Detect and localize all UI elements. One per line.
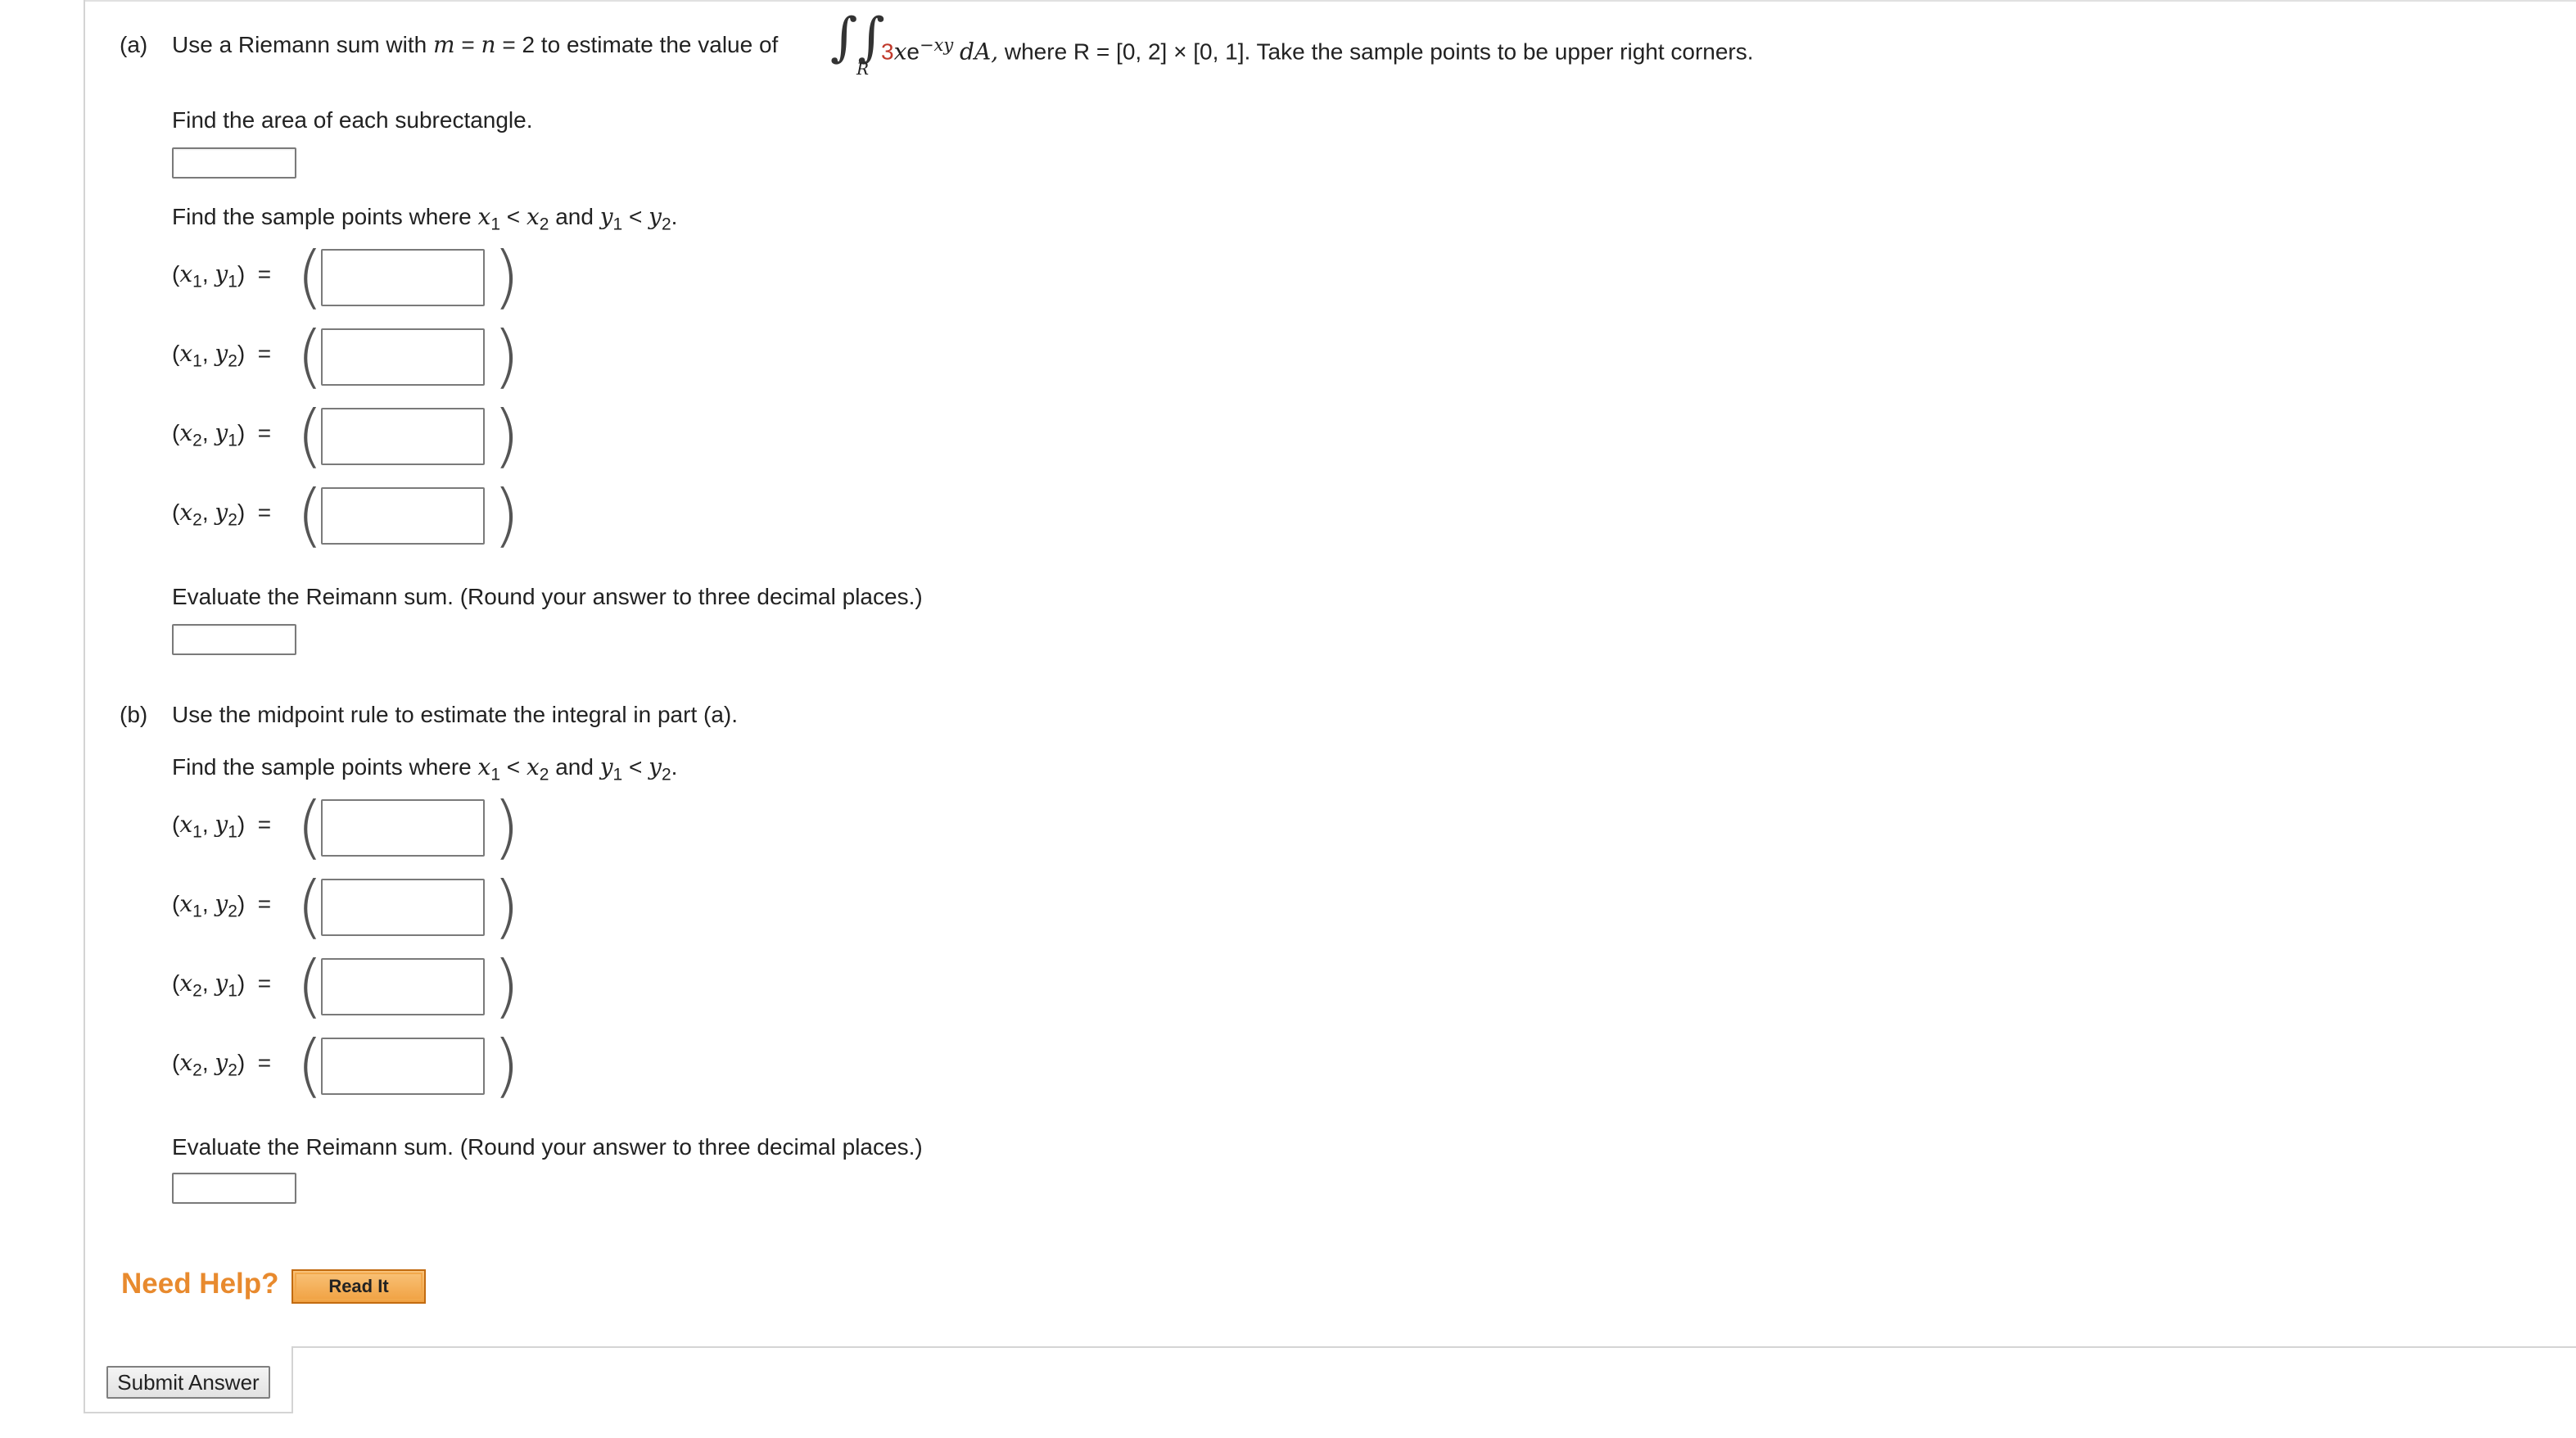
left-paren-icon: ( — [296, 866, 323, 947]
var-m: m — [433, 31, 455, 58]
integrand-exponent: −xy — [919, 35, 954, 55]
ineq-x2-sub: 2 — [539, 215, 549, 234]
prompt-eq: = — [454, 32, 481, 57]
sample-prompt-mid: and — [549, 204, 600, 229]
right-paren-icon: ) — [493, 475, 520, 555]
right-paren-icon: ) — [493, 316, 520, 396]
point-label: (x1, y1) = — [172, 811, 272, 842]
sample-prompt-mid: and — [549, 754, 600, 780]
midpoint-input[interactable] — [321, 799, 485, 857]
sample-point-input[interactable] — [321, 249, 485, 306]
part-b-prompt: Use the midpoint rule to estimate the in… — [172, 702, 739, 727]
frame-left-border — [84, 0, 85, 1413]
frame-divider — [291, 1346, 293, 1413]
sample-prompt-pre: Find the sample points where — [172, 754, 478, 780]
sample-prompt-end: . — [671, 204, 678, 229]
sample-point-input[interactable] — [321, 328, 485, 386]
riemann-sum-a-input[interactable] — [172, 624, 296, 655]
ineq-y1: y — [599, 753, 613, 780]
integrand: 3xe−xy dA, where R = [0, 2] × [0, 1]. Ta… — [881, 31, 1754, 66]
ineq-y1-sub: 1 — [612, 215, 623, 234]
integral-region: R — [856, 59, 870, 79]
prompt-text-3: where R = [0, 2] × [0, 1]. Take the samp… — [998, 38, 1754, 65]
frame-bottom-border — [84, 1412, 293, 1413]
point-label: (x2, y1) = — [172, 419, 272, 450]
ineq-lt-2: < — [622, 204, 649, 229]
read-it-button[interactable]: Read It — [291, 1269, 426, 1304]
sample-prompt-b: Find the sample points where x1 < x2 and… — [172, 753, 677, 789]
midpoint-input[interactable] — [321, 1038, 485, 1095]
area-answer-input[interactable] — [172, 147, 296, 179]
right-paren-icon: ) — [493, 787, 520, 867]
point-label: (x1, y2) = — [172, 890, 272, 921]
ineq-y1: y — [599, 203, 613, 230]
integrand-coeff: 3 — [881, 38, 894, 65]
point-label: (x1, y2) = — [172, 340, 272, 371]
left-paren-icon: ( — [296, 475, 323, 555]
sample-prompt-end: . — [671, 754, 678, 780]
part-a-label: (a) — [120, 32, 148, 57]
sample-prompt-a: Find the sample points where x1 < x2 and… — [172, 203, 677, 239]
eval-prompt-a: Evaluate the Reimann sum. (Round your an… — [172, 584, 923, 609]
ineq-y2: y — [649, 203, 662, 230]
part-b-label: (b) — [120, 702, 148, 727]
left-paren-icon: ( — [296, 1025, 323, 1106]
eval-prompt-b: Evaluate the Reimann sum. (Round your an… — [172, 1134, 923, 1160]
integrand-x: x — [893, 38, 907, 66]
ineq-lt-1: < — [500, 754, 526, 780]
midpoint-input[interactable] — [321, 958, 485, 1015]
left-paren-icon: ( — [296, 946, 323, 1026]
point-label: (x2, y1) = — [172, 970, 272, 1001]
right-paren-icon: ) — [493, 237, 520, 317]
differential: dA, — [960, 38, 999, 66]
left-paren-icon: ( — [296, 787, 323, 867]
riemann-sum-b-input[interactable] — [172, 1173, 296, 1204]
point-label: (x2, y2) = — [172, 499, 272, 530]
ineq-x1-sub: 1 — [490, 215, 501, 234]
var-n: n — [481, 31, 496, 58]
prompt-text-2: = 2 to estimate the value of — [495, 32, 779, 57]
ineq-x2-sub: 2 — [539, 765, 549, 785]
ineq-y2-sub: 2 — [661, 765, 671, 785]
area-prompt: Find the area of each subrectangle. — [172, 107, 533, 133]
right-paren-icon: ) — [493, 1025, 520, 1106]
ineq-x2: x — [526, 753, 540, 780]
need-help-label: Need Help? — [121, 1268, 279, 1300]
right-paren-icon: ) — [493, 396, 520, 476]
frame-top-border — [84, 0, 2576, 2]
ineq-x1: x — [477, 753, 491, 780]
ineq-x1: x — [477, 203, 491, 230]
submit-answer-button[interactable]: Submit Answer — [106, 1366, 270, 1399]
point-label: (x2, y2) = — [172, 1049, 272, 1080]
frame-bottom-right-border — [293, 1346, 2576, 1348]
double-integral-icon: ∫∫ — [830, 7, 885, 68]
prompt-text-1: Use a Riemann sum with — [172, 32, 434, 57]
ineq-y1-sub: 1 — [612, 765, 623, 785]
ineq-x2: x — [526, 203, 540, 230]
sample-point-input[interactable] — [321, 487, 485, 545]
ineq-y2-sub: 2 — [661, 215, 671, 234]
right-paren-icon: ) — [493, 946, 520, 1026]
midpoint-input[interactable] — [321, 879, 485, 936]
sample-point-input[interactable] — [321, 408, 485, 465]
point-label: (x1, y1) = — [172, 260, 272, 292]
right-paren-icon: ) — [493, 866, 520, 947]
ineq-y2: y — [649, 753, 662, 780]
integrand-e: e — [906, 38, 920, 65]
ineq-x1-sub: 1 — [490, 765, 501, 785]
sample-prompt-pre: Find the sample points where — [172, 204, 478, 229]
ineq-lt-2: < — [622, 754, 649, 780]
left-paren-icon: ( — [296, 237, 323, 317]
left-paren-icon: ( — [296, 316, 323, 396]
left-paren-icon: ( — [296, 396, 323, 476]
part-a-prompt: Use a Riemann sum with m = n = 2 to esti… — [172, 31, 778, 59]
ineq-lt-1: < — [500, 204, 526, 229]
